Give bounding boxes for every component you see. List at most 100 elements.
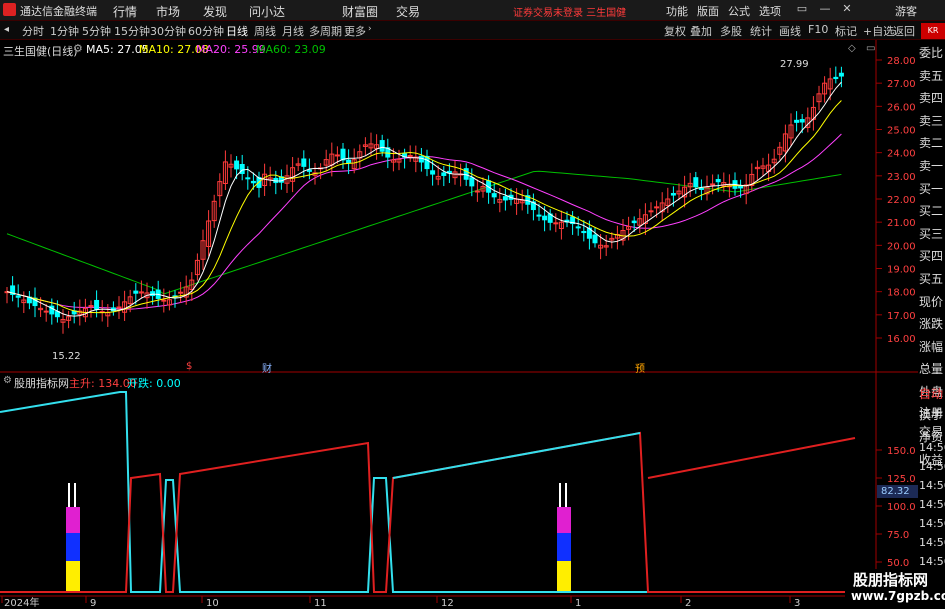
candle-body <box>693 177 699 188</box>
menu-options[interactable]: 选项 <box>759 3 781 19</box>
quote-field-label: 卖五 <box>919 68 944 83</box>
watermark-title: 股朋指标网 <box>853 571 929 589</box>
restore-icon[interactable]: — <box>818 2 832 16</box>
menu-wealth-circle[interactable]: 财富圈 <box>342 3 378 20</box>
tool-statistics[interactable]: 统计 <box>750 23 772 39</box>
period-tab-15min[interactable]: 15分钟 <box>114 23 150 39</box>
period-tab-intraday[interactable]: 分时 <box>22 23 44 39</box>
period-tab-60min[interactable]: 60分钟 <box>188 23 224 39</box>
y-tick-label: 18.00 <box>887 288 916 299</box>
menu-market[interactable]: 市场 <box>156 3 180 20</box>
indicator-gear-icon[interactable]: ⚙ <box>3 375 12 386</box>
candle-body <box>88 305 94 308</box>
candle-body <box>133 290 139 294</box>
chevron-right-icon[interactable]: › <box>368 24 372 34</box>
candle-body <box>715 179 721 183</box>
maximize-panel-icon[interactable]: ▭ <box>866 43 875 54</box>
candle-body <box>710 183 716 186</box>
menu-function[interactable]: 功能 <box>666 3 688 19</box>
candle-body <box>334 154 340 157</box>
tool-adjust[interactable]: 复权 <box>664 23 686 39</box>
marker-finance[interactable]: 财 <box>262 360 272 375</box>
sub-y-tick-label: 100.0 <box>887 502 916 513</box>
x-tick-label: 2024年 <box>4 596 39 609</box>
app-name: 通达信金融终端 <box>20 5 97 18</box>
tool-multi-stock[interactable]: 多股 <box>720 23 742 39</box>
candle-body <box>698 187 704 190</box>
main-rise-rising-line <box>647 437 856 479</box>
watermark: 股朋指标网 www.7gpzb.com <box>845 569 945 609</box>
candle-body <box>161 299 167 302</box>
guest-label[interactable]: 游客 <box>895 3 917 19</box>
candle-body <box>234 160 240 170</box>
menu-market-quotes[interactable]: 行情 <box>113 3 137 20</box>
period-tab-5min[interactable]: 5分钟 <box>82 23 111 39</box>
quote-field-label: 买四 <box>919 249 944 264</box>
y-tick-label: 23.00 <box>887 172 916 183</box>
tool-f10[interactable]: F10 <box>808 23 828 36</box>
period-tab-30min[interactable]: 30分钟 <box>150 23 186 39</box>
menu-ask-xiaoda[interactable]: 问小达 <box>249 3 285 20</box>
marker-forecast[interactable]: 预 <box>635 360 645 375</box>
menu-layout[interactable]: 版面 <box>697 3 719 19</box>
quote-tab-1[interactable]: 注册 <box>919 404 945 421</box>
sub-y-tick-label: 150.0 <box>887 446 916 457</box>
quote-tab-2[interactable]: 交易 <box>919 423 945 440</box>
candle-body <box>648 210 654 213</box>
quote-field-label: 涨幅 <box>919 339 944 354</box>
current-indicator-value: 82.32 <box>877 485 919 498</box>
ma20-line <box>6 133 842 310</box>
menu-discover[interactable]: 发现 <box>203 3 227 20</box>
period-tab-1min[interactable]: 1分钟 <box>50 23 79 39</box>
period-tab-more[interactable]: 更多 <box>344 23 366 39</box>
signal-bar-white <box>68 483 70 507</box>
kline-chart[interactable]: 28.00 27.00 26.00 25.00 24.00 23.00 22.00 21.00… <box>0 40 945 609</box>
y-tick-label: 22.00 <box>887 195 916 206</box>
menu-formula[interactable]: 公式 <box>728 3 750 19</box>
low-price-label: 15.22 <box>52 351 81 362</box>
y-tick-label: 28.00 <box>887 56 916 67</box>
menu-trade[interactable]: 交易 <box>396 3 420 20</box>
x-tick-label: 2 <box>685 598 691 609</box>
quote-field-label: 买一 <box>919 181 944 196</box>
watermark-url: www.7gpzb.com <box>851 589 945 603</box>
period-toolbar: ◂ 分时 1分钟 5分钟 15分钟 30分钟 60分钟 日线 周线 月线 多周期… <box>0 21 945 40</box>
period-tab-multi[interactable]: 多周期 <box>309 23 342 39</box>
indicator-y-axis: 150.0 125.0 100.0 75.0 50.0 <box>876 446 916 569</box>
quote-field-label: 买二 <box>919 204 944 219</box>
diamond-icon[interactable]: ◇ <box>848 43 856 54</box>
close-icon[interactable]: ✕ <box>840 2 854 16</box>
quote-tab-0[interactable]: 自动 <box>919 385 945 402</box>
signal-bar-magenta <box>66 507 80 533</box>
tool-back[interactable]: 返回 <box>893 23 915 39</box>
login-warning: 证券交易未登录 三生国健 <box>513 8 627 19</box>
kr-badge[interactable]: KR <box>921 23 945 39</box>
tool-draw-line[interactable]: 画线 <box>779 23 801 39</box>
minimize-icon[interactable]: ▭ <box>795 2 809 16</box>
quote-field-label: 委比 <box>919 46 944 60</box>
x-tick-label: 12 <box>441 598 454 609</box>
toolbar-collapse-icon[interactable]: ◂ <box>4 24 9 35</box>
quote-field-label: 买三 <box>919 226 944 241</box>
candle-body <box>542 215 548 221</box>
candle-body <box>407 155 413 158</box>
candle-body <box>430 170 436 175</box>
quote-field-label: 卖三 <box>919 113 944 128</box>
candle-body <box>469 177 475 187</box>
candle-body <box>491 193 497 198</box>
tool-mark[interactable]: 标记 <box>835 23 857 39</box>
ma5-line <box>6 81 842 317</box>
quote-field-label: 买五 <box>919 272 944 286</box>
candle-body <box>575 226 581 229</box>
high-price-label: 27.99 <box>780 59 809 70</box>
period-tab-monthly[interactable]: 月线 <box>282 23 304 39</box>
candle-body <box>346 159 352 164</box>
period-tab-weekly[interactable]: 周线 <box>254 23 276 39</box>
period-tab-daily[interactable]: 日线 <box>226 23 248 39</box>
candle-body <box>592 234 598 244</box>
tool-add-watchlist[interactable]: +自选 <box>863 23 894 39</box>
tool-overlay[interactable]: 叠加 <box>690 23 712 39</box>
settings-gear-icon[interactable]: ⚙ <box>73 42 83 55</box>
marker-dollar[interactable]: $ <box>186 361 192 372</box>
y-tick-label: 24.00 <box>887 149 916 160</box>
